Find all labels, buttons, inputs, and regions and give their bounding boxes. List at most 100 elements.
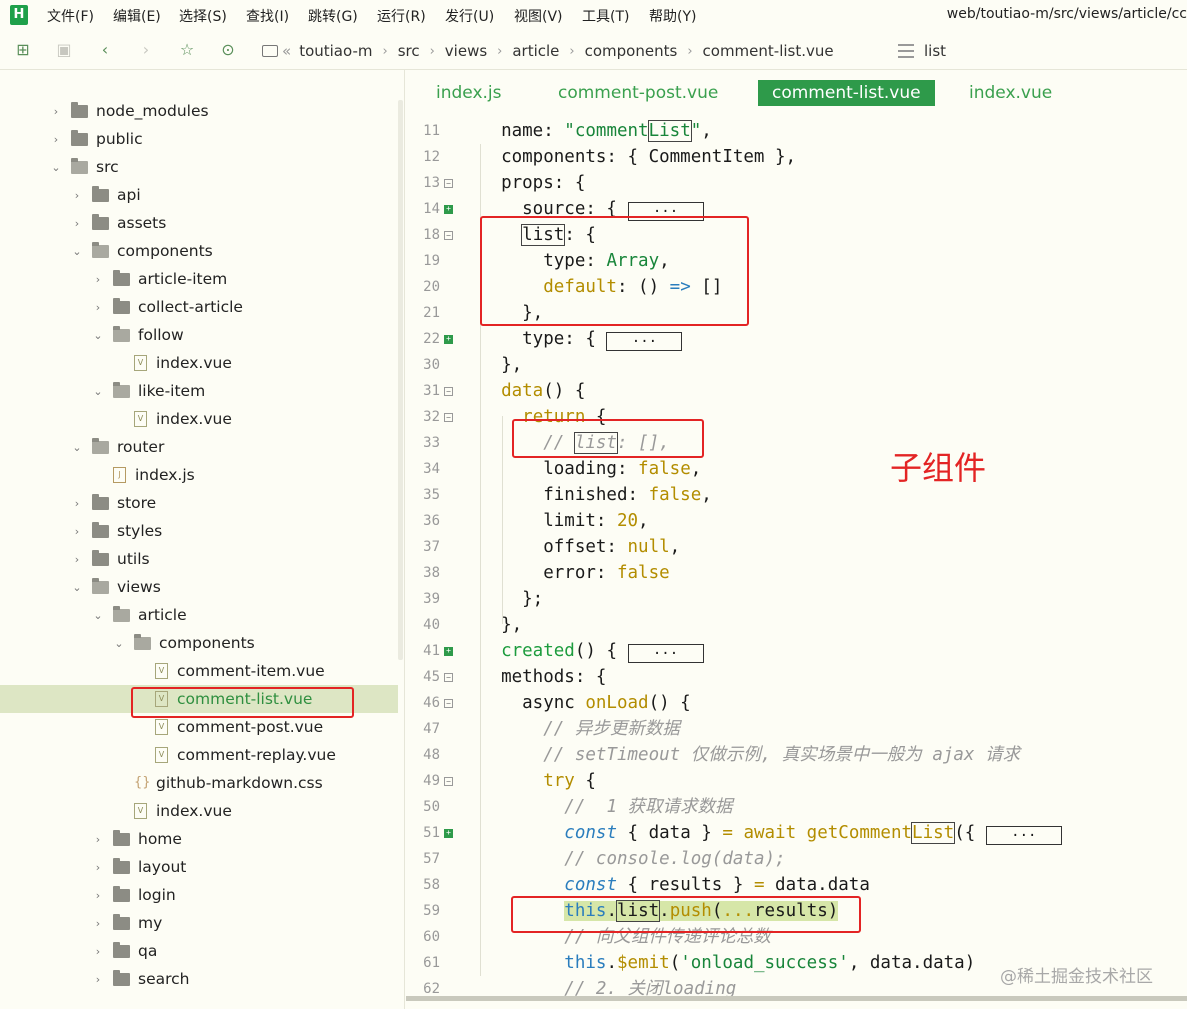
fold-collapse-icon[interactable]: −	[444, 699, 453, 708]
tree-folder[interactable]: › article-item	[0, 265, 398, 293]
tab-comment-post[interactable]: comment-post.vue	[558, 80, 718, 106]
tree-folder[interactable]: › qa	[0, 937, 398, 965]
menu-select[interactable]: 选择(S)	[179, 6, 227, 26]
code-line[interactable]: // console.log(data);	[480, 846, 785, 872]
chevron-right-icon[interactable]: ›	[92, 301, 104, 314]
chevron-down-icon[interactable]: ⌄	[113, 637, 125, 650]
code-line[interactable]: finished: false,	[480, 482, 712, 508]
code-line[interactable]: created() { ...	[480, 638, 704, 664]
structure-selector[interactable]: list	[898, 42, 946, 60]
tree-folder[interactable]: ⌄ article	[0, 601, 398, 629]
tree-folder[interactable]: › search	[0, 965, 398, 993]
fold-collapse-icon[interactable]: −	[444, 231, 453, 240]
chevron-right-icon[interactable]: ›	[92, 833, 104, 846]
chevron-down-icon[interactable]: ⌄	[50, 161, 62, 174]
code-line[interactable]: loading: false,	[480, 456, 701, 482]
code-line[interactable]: methods: {	[480, 664, 606, 690]
breadcrumb-item[interactable]: toutiao-m	[299, 42, 372, 60]
chevron-down-icon[interactable]: ⌄	[71, 245, 83, 258]
breadcrumb-item[interactable]: comment-list.vue	[703, 42, 834, 60]
fold-collapse-icon[interactable]: −	[444, 673, 453, 682]
code-line[interactable]: async onLoad() {	[480, 690, 691, 716]
chevron-right-icon[interactable]: ›	[92, 273, 104, 286]
chevron-right-icon[interactable]: ›	[92, 861, 104, 874]
menu-file[interactable]: 文件(F)	[47, 6, 94, 26]
chevron-right-icon[interactable]: ›	[92, 917, 104, 930]
tab-index-vue[interactable]: index.vue	[969, 80, 1052, 106]
code-line[interactable]: try {	[480, 768, 596, 794]
menu-goto[interactable]: 跳转(G)	[308, 6, 358, 26]
new-file-icon[interactable]: ⊞	[14, 41, 32, 59]
fold-collapse-icon[interactable]: −	[444, 413, 453, 422]
tab-index-js[interactable]: index.js	[436, 80, 502, 106]
fold-collapse-icon[interactable]: −	[444, 179, 453, 188]
tree-folder[interactable]: › assets	[0, 209, 398, 237]
editor-hscroll-thumb[interactable]	[406, 996, 1187, 1001]
code-line[interactable]: // 2. 关闭loading	[480, 976, 736, 996]
code-line[interactable]: };	[480, 586, 543, 612]
code-line[interactable]: const { data } = await getCommentList({ …	[480, 820, 1062, 846]
tree-file[interactable]: Jindex.js	[0, 461, 398, 489]
tab-comment-list[interactable]: comment-list.vue	[758, 80, 935, 106]
tree-folder[interactable]: ⌄ components	[0, 237, 398, 265]
menu-tools[interactable]: 工具(T)	[582, 6, 629, 26]
menu-view[interactable]: 视图(V)	[514, 6, 563, 26]
tree-folder[interactable]: › login	[0, 881, 398, 909]
code-line[interactable]: props: {	[480, 170, 585, 196]
chevron-right-icon[interactable]: ›	[71, 497, 83, 510]
chevron-right-icon[interactable]: ›	[71, 525, 83, 538]
code-line[interactable]: const { results } = data.data	[480, 872, 870, 898]
code-line[interactable]: components: { CommentItem },	[480, 144, 796, 170]
breadcrumb-item[interactable]: src	[398, 42, 420, 60]
tree-folder[interactable]: ⌄ follow	[0, 321, 398, 349]
tree-folder[interactable]: › api	[0, 181, 398, 209]
tree-file[interactable]: Vcomment-item.vue	[0, 657, 398, 685]
code-line[interactable]: limit: 20,	[480, 508, 648, 534]
code-line[interactable]: // setTimeout 仅做示例, 真实场景中一般为 ajax 请求	[480, 742, 1020, 768]
tree-folder[interactable]: ⌄ views	[0, 573, 398, 601]
chevron-down-icon[interactable]: ⌄	[92, 329, 104, 342]
fold-collapse-icon[interactable]: −	[444, 777, 453, 786]
tree-folder[interactable]: › my	[0, 909, 398, 937]
chevron-down-icon[interactable]: ⌄	[71, 441, 83, 454]
tree-folder[interactable]: ⌄ src	[0, 153, 398, 181]
chevron-right-icon[interactable]: ›	[50, 133, 62, 146]
chevron-right-icon[interactable]: ›	[71, 189, 83, 202]
code-line[interactable]: // 1 获取请求数据	[480, 794, 732, 820]
tree-folder[interactable]: › layout	[0, 853, 398, 881]
chevron-right-icon[interactable]: ›	[71, 217, 83, 230]
back-icon[interactable]: ‹	[96, 41, 114, 59]
tree-file[interactable]: Vindex.vue	[0, 405, 398, 433]
menu-publish[interactable]: 发行(U)	[445, 6, 494, 26]
chevron-down-icon[interactable]: ⌄	[71, 581, 83, 594]
code-line[interactable]: // 异步更新数据	[480, 716, 680, 742]
breadcrumb-item[interactable]: views	[445, 42, 487, 60]
fold-expand-icon[interactable]: +	[444, 647, 453, 656]
chevron-right-icon[interactable]: ›	[50, 105, 62, 118]
code-line[interactable]: error: false	[480, 560, 669, 586]
chevron-right-icon[interactable]: ›	[92, 889, 104, 902]
tree-folder[interactable]: › node_modules	[0, 97, 398, 125]
breadcrumb-item[interactable]: components	[585, 42, 678, 60]
menu-find[interactable]: 查找(I)	[246, 6, 289, 26]
menu-run[interactable]: 运行(R)	[377, 6, 426, 26]
chevron-right-icon[interactable]: ›	[92, 973, 104, 986]
forward-icon[interactable]: ›	[137, 41, 155, 59]
tree-folder[interactable]: › utils	[0, 545, 398, 573]
run-icon[interactable]: ⊙	[219, 41, 237, 59]
tree-folder[interactable]: › collect-article	[0, 293, 398, 321]
tree-folder[interactable]: › styles	[0, 517, 398, 545]
breadcrumb-collapse[interactable]: «	[282, 42, 291, 60]
tree-file[interactable]: Vindex.vue	[0, 349, 398, 377]
tree-file[interactable]: Vindex.vue	[0, 797, 398, 825]
tree-file[interactable]: {} github-markdown.css	[0, 769, 398, 797]
chevron-down-icon[interactable]: ⌄	[92, 609, 104, 622]
chevron-right-icon[interactable]: ›	[92, 945, 104, 958]
fold-expand-icon[interactable]: +	[444, 829, 453, 838]
tree-file[interactable]: Vcomment-replay.vue	[0, 741, 398, 769]
tree-folder[interactable]: ⌄ components	[0, 629, 398, 657]
fold-expand-icon[interactable]: +	[444, 335, 453, 344]
code-line[interactable]: },	[480, 352, 522, 378]
tree-folder[interactable]: ⌄ like-item	[0, 377, 398, 405]
fold-expand-icon[interactable]: +	[444, 205, 453, 214]
